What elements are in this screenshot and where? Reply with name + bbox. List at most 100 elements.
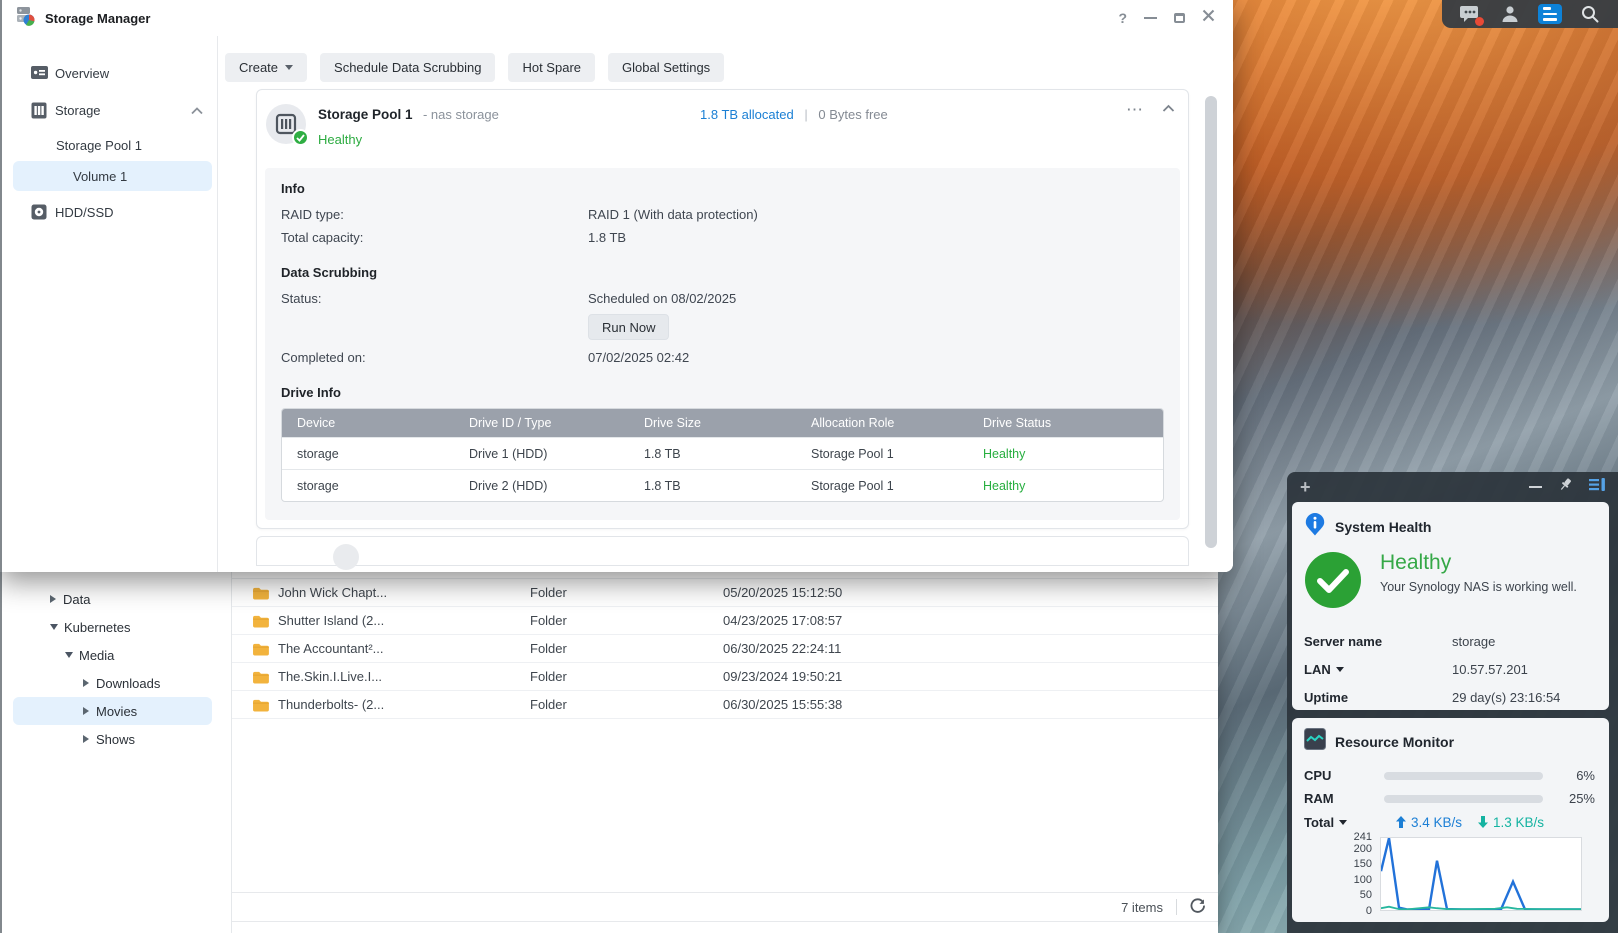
cell-allocation-role: Storage Pool 1	[796, 470, 968, 501]
allocated-link[interactable]: 1.8 TB allocated	[700, 107, 794, 122]
total-label[interactable]: Total	[1304, 815, 1334, 830]
collapse-arrow-icon[interactable]	[50, 624, 58, 630]
lan-row: LAN 10.57.57.201	[1304, 655, 1597, 683]
col-drive-id: Drive ID / Type	[454, 409, 629, 437]
refresh-icon[interactable]	[1190, 898, 1206, 917]
expand-arrow-icon[interactable]	[83, 679, 89, 687]
pin-icon[interactable]	[1558, 477, 1573, 497]
col-drive-status: Drive Status	[968, 409, 1163, 437]
resource-monitor-icon	[1304, 728, 1326, 755]
search-icon[interactable]	[1578, 3, 1602, 25]
drive-info-table: Device Drive ID / Type Drive Size Alloca…	[281, 408, 1164, 502]
resource-monitor-widget: Resource Monitor CPU 6% RAM 25% Total 3.…	[1292, 718, 1609, 922]
cell-drive-size: 1.8 TB	[629, 438, 796, 469]
tree-item-movies[interactable]: Movies	[13, 697, 212, 725]
scrollbar-thumb[interactable]	[1205, 96, 1217, 548]
hot-spare-button[interactable]: Hot Spare	[508, 53, 595, 82]
next-panel-partial	[256, 536, 1189, 566]
system-health-icon	[1304, 512, 1326, 542]
storage-manager-sidebar: Overview Storage Storage Pool 1 Volume 1	[0, 36, 218, 572]
sidebar-item-label: Storage	[55, 103, 101, 118]
add-widget-icon[interactable]: +	[1300, 478, 1311, 496]
drive-info-heading: Drive Info	[281, 385, 1164, 400]
tree-item-media[interactable]: Media	[0, 641, 231, 669]
collapse-chevron-icon[interactable]	[191, 103, 203, 118]
folder-icon	[252, 586, 269, 600]
sidebar-item-hdd-ssd[interactable]: HDD/SSD	[0, 192, 217, 232]
run-now-button[interactable]: Run Now	[588, 314, 669, 340]
tree-item-label: Kubernetes	[64, 620, 131, 635]
file-row[interactable]: The.Skin.I.Live.I... Folder 09/23/2024 1…	[232, 663, 1218, 691]
ram-percent: 25%	[1543, 791, 1597, 806]
file-modified: 06/30/2025 22:24:11	[723, 641, 1218, 656]
create-button-label: Create	[239, 60, 278, 75]
lan-label[interactable]: LAN	[1304, 662, 1331, 677]
storage-pool-header[interactable]: Storage Pool 1 - nas storage Healthy 1.8…	[257, 90, 1188, 168]
sidebar-item-storage[interactable]: Storage	[0, 90, 217, 130]
tree-item-downloads[interactable]: Downloads	[0, 669, 231, 697]
titlebar[interactable]: Storage Manager ?	[0, 0, 1233, 36]
pool-subtitle: - nas storage	[423, 107, 499, 122]
completed-on-label: Completed on:	[281, 346, 588, 369]
chevron-down-icon[interactable]	[1339, 820, 1347, 825]
widgets-panel-header: +	[1287, 472, 1618, 502]
file-modified: 05/20/2025 15:12:50	[723, 585, 1218, 600]
uptime-value: 29 day(s) 23:16:54	[1452, 690, 1597, 705]
file-name: John Wick Chapt...	[278, 585, 387, 600]
scrub-status-label: Status:	[281, 287, 588, 310]
help-button[interactable]: ?	[1118, 10, 1127, 26]
expand-arrow-icon[interactable]	[83, 735, 89, 743]
chat-icon[interactable]	[1458, 3, 1482, 25]
completed-on-value: 07/02/2025 02:42	[588, 346, 1164, 369]
file-modified: 09/23/2024 19:50:21	[723, 669, 1218, 684]
chevron-down-icon	[285, 65, 293, 70]
more-options-icon[interactable]: ⋯	[1126, 101, 1144, 118]
collapse-panel-icon[interactable]	[1162, 100, 1175, 118]
drive-row[interactable]: storage Drive 2 (HDD) 1.8 TB Storage Poo…	[282, 469, 1163, 501]
cell-drive-status: Healthy	[968, 470, 1163, 501]
minimize-button[interactable]	[1144, 17, 1157, 19]
chart-y-tick: 50	[1360, 889, 1372, 902]
screen-edge-shadow	[0, 0, 2, 933]
collapse-widgets-icon[interactable]	[1529, 486, 1542, 488]
chart-y-tick: 100	[1354, 874, 1372, 887]
cpu-row: CPU 6%	[1304, 764, 1597, 787]
maximize-button[interactable]	[1174, 13, 1185, 23]
upload-arrow-icon	[1396, 816, 1406, 828]
total-row: Total 3.4 KB/s 1.3 KB/s	[1304, 810, 1597, 834]
schedule-data-scrubbing-button[interactable]: Schedule Data Scrubbing	[320, 53, 495, 82]
ram-bar	[1384, 795, 1543, 803]
tree-item-shows[interactable]: Shows	[0, 725, 231, 753]
server-name-row: Server name storage	[1304, 627, 1597, 655]
widget-title: System Health	[1335, 519, 1431, 535]
cell-device: storage	[282, 438, 454, 469]
create-button[interactable]: Create	[225, 53, 307, 82]
tree-item-kubernetes[interactable]: Kubernetes	[0, 613, 231, 641]
file-row[interactable]: Shutter Island (2... Folder 04/23/2025 1…	[232, 607, 1218, 635]
drive-row[interactable]: storage Drive 1 (HDD) 1.8 TB Storage Poo…	[282, 437, 1163, 469]
window-title: Storage Manager	[45, 11, 150, 26]
panel-layout-icon[interactable]	[1589, 477, 1606, 497]
chart-y-tick: 150	[1354, 858, 1372, 871]
folder-icon	[252, 614, 269, 628]
notification-badge	[1475, 17, 1484, 26]
user-icon[interactable]	[1498, 3, 1522, 25]
cell-drive-id: Drive 2 (HDD)	[454, 470, 629, 501]
close-button[interactable]	[1202, 9, 1215, 27]
col-allocation-role: Allocation Role	[796, 409, 968, 437]
sidebar-item-storage-pool-1[interactable]: Storage Pool 1	[0, 130, 217, 160]
file-row[interactable]: Thunderbolts- (2... Folder 06/30/2025 15…	[232, 691, 1218, 719]
expand-arrow-icon[interactable]	[50, 595, 56, 603]
file-row[interactable]: The Accountant²... Folder 06/30/2025 22:…	[232, 635, 1218, 663]
file-row[interactable]: John Wick Chapt... Folder 05/20/2025 15:…	[232, 579, 1218, 607]
sidebar-item-volume-1[interactable]: Volume 1	[13, 161, 212, 191]
chevron-down-icon[interactable]	[1336, 667, 1344, 672]
sidebar-item-overview[interactable]: Overview	[0, 56, 217, 90]
expand-arrow-icon[interactable]	[83, 707, 89, 715]
tree-item-data[interactable]: Data	[0, 585, 231, 613]
global-settings-button[interactable]: Global Settings	[608, 53, 724, 82]
total-capacity-label: Total capacity:	[281, 226, 588, 249]
collapse-arrow-icon[interactable]	[65, 652, 73, 658]
folder-icon	[252, 698, 269, 712]
widgets-toggle-icon[interactable]	[1538, 3, 1562, 25]
